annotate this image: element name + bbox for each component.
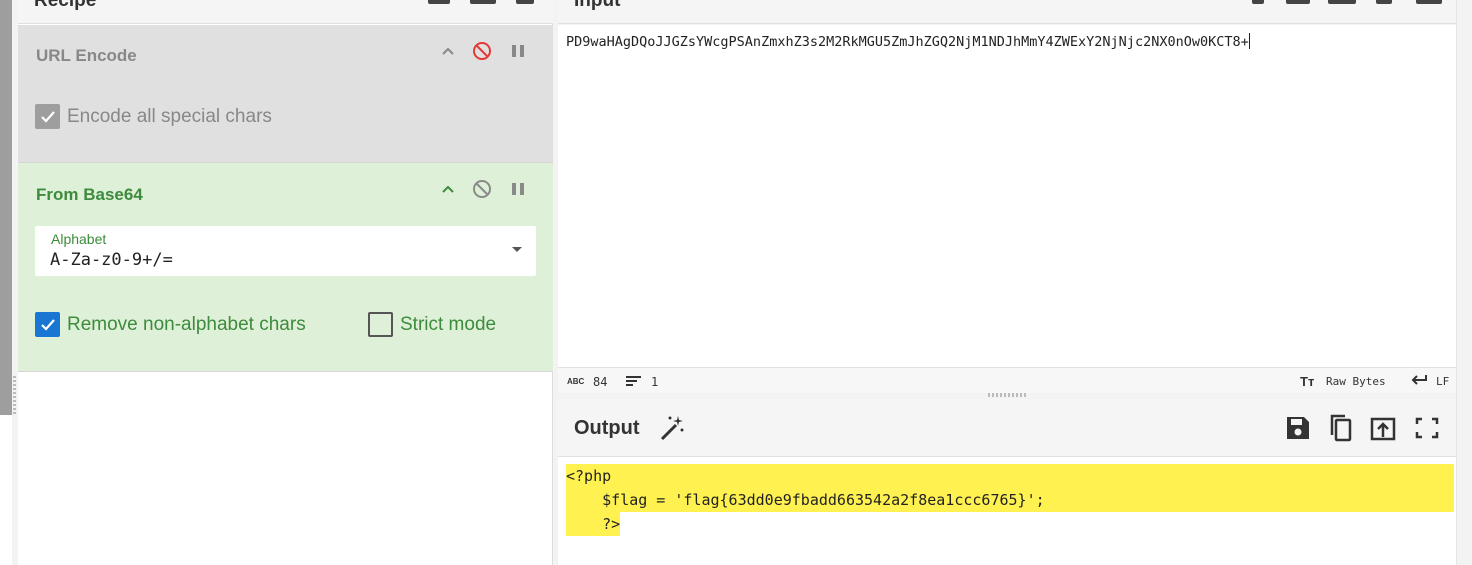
disable-icon[interactable] xyxy=(472,41,492,61)
abc-icon: ABC xyxy=(567,377,585,386)
encoding-label[interactable]: Raw Bytes xyxy=(1326,375,1386,388)
input-title: Input xyxy=(574,0,621,11)
breakpoint-icon[interactable] xyxy=(508,179,528,199)
clear-input-icon[interactable] xyxy=(1376,0,1392,4)
copy-output-icon[interactable] xyxy=(1327,413,1355,443)
output-line: <?php xyxy=(566,464,1454,488)
alphabet-select[interactable]: Alphabet A-Za-z0-9+/= xyxy=(35,226,536,276)
recipe-panel: Recipe URL Encode Encode all special cha… xyxy=(18,0,553,565)
save-output-icon[interactable] xyxy=(1284,413,1312,443)
output-line: $flag = 'flag{63dd0e9fbadd663542a2f8ea1c… xyxy=(566,488,1454,512)
output-title: Output xyxy=(574,417,640,439)
operation-from-base64[interactable]: From Base64 Alphabet A-Za-z0-9+/= Remove… xyxy=(18,163,553,372)
page-scrollbar[interactable] xyxy=(1456,0,1472,565)
checkbox-checked[interactable] xyxy=(35,104,60,129)
alphabet-label: Alphabet xyxy=(51,231,107,247)
output-textarea[interactable]: <?php $flag = 'flag{63dd0e9fbadd663542a2… xyxy=(558,457,1456,565)
text-size-icon[interactable]: Tт xyxy=(1300,374,1318,387)
checkbox-unchecked[interactable] xyxy=(368,312,393,337)
text-cursor xyxy=(1248,33,1250,49)
maximize-icon[interactable] xyxy=(1413,413,1441,443)
load-recipe-icon[interactable] xyxy=(470,0,496,4)
open-folder-icon[interactable] xyxy=(1286,0,1310,4)
recipe-header: Recipe xyxy=(18,0,553,24)
char-count: 84 xyxy=(593,375,608,389)
input-textarea[interactable]: PD9waHAgDQoJJGZsYWcgPSAnZmxhZ3s2M2RkMGU5… xyxy=(558,25,1456,367)
input-text[interactable]: PD9waHAgDQoJJGZsYWcgPSAnZmxhZ3s2M2RkMGU5… xyxy=(566,33,1250,50)
cyberchef-window: Recipe URL Encode Encode all special cha… xyxy=(0,0,1472,565)
input-header: Input xyxy=(558,0,1456,24)
replace-input-icon[interactable] xyxy=(1369,413,1397,443)
eol-return-icon[interactable] xyxy=(1410,374,1428,386)
output-line: ?> xyxy=(566,512,621,536)
alphabet-value: A-Za-z0-9+/= xyxy=(50,250,173,270)
io-resize-handle[interactable] xyxy=(988,393,1028,397)
magic-wand-icon[interactable] xyxy=(658,413,686,443)
recipe-title: Recipe xyxy=(34,0,97,11)
chevron-up-icon[interactable] xyxy=(438,41,458,61)
open-file-icon[interactable] xyxy=(1328,0,1356,4)
disable-icon[interactable] xyxy=(472,179,492,199)
operation-url-encode[interactable]: URL Encode Encode all special chars xyxy=(18,25,553,163)
encode-all-special-chars-option[interactable]: Encode all special chars xyxy=(35,104,272,129)
strict-mode-option[interactable]: Strict mode xyxy=(368,312,496,337)
breakpoint-icon[interactable] xyxy=(508,41,528,61)
checkbox-label: Encode all special chars xyxy=(67,105,272,127)
left-gutter xyxy=(0,0,12,565)
dropdown-caret-icon[interactable] xyxy=(512,247,522,252)
checkbox-label: Remove non-alphabet chars xyxy=(67,313,306,335)
chevron-up-icon[interactable] xyxy=(438,179,458,199)
operation-title: URL Encode xyxy=(36,46,137,65)
lines-icon xyxy=(626,376,641,386)
input-value: PD9waHAgDQoJJGZsYWcgPSAnZmxhZ3s2M2RkMGU5… xyxy=(566,34,1249,50)
input-status-bar: ABC 84 1 Tт Raw Bytes LF xyxy=(558,367,1456,393)
svg-text:Tт: Tт xyxy=(1300,374,1314,387)
io-panel: Input PD9waHAgDQoJJGZsYWcgPSAnZmxhZ3s2M2… xyxy=(558,0,1456,565)
remove-non-alphabet-option[interactable]: Remove non-alphabet chars xyxy=(35,312,306,337)
operations-scrollbar[interactable] xyxy=(0,0,12,415)
checkmark-icon xyxy=(40,110,55,123)
eol-label[interactable]: LF xyxy=(1436,375,1449,388)
column-resize-handle[interactable] xyxy=(13,376,16,416)
operation-title: From Base64 xyxy=(36,185,143,204)
save-recipe-icon[interactable] xyxy=(428,0,450,4)
checkbox-label: Strict mode xyxy=(400,313,497,335)
output-header: Output xyxy=(558,399,1456,457)
add-tab-icon[interactable] xyxy=(1252,0,1264,4)
clear-recipe-icon[interactable] xyxy=(516,0,534,4)
line-count: 1 xyxy=(651,375,659,389)
checkmark-icon xyxy=(40,318,55,331)
reset-layout-icon[interactable] xyxy=(1416,0,1442,4)
checkbox-checked[interactable] xyxy=(35,312,60,337)
